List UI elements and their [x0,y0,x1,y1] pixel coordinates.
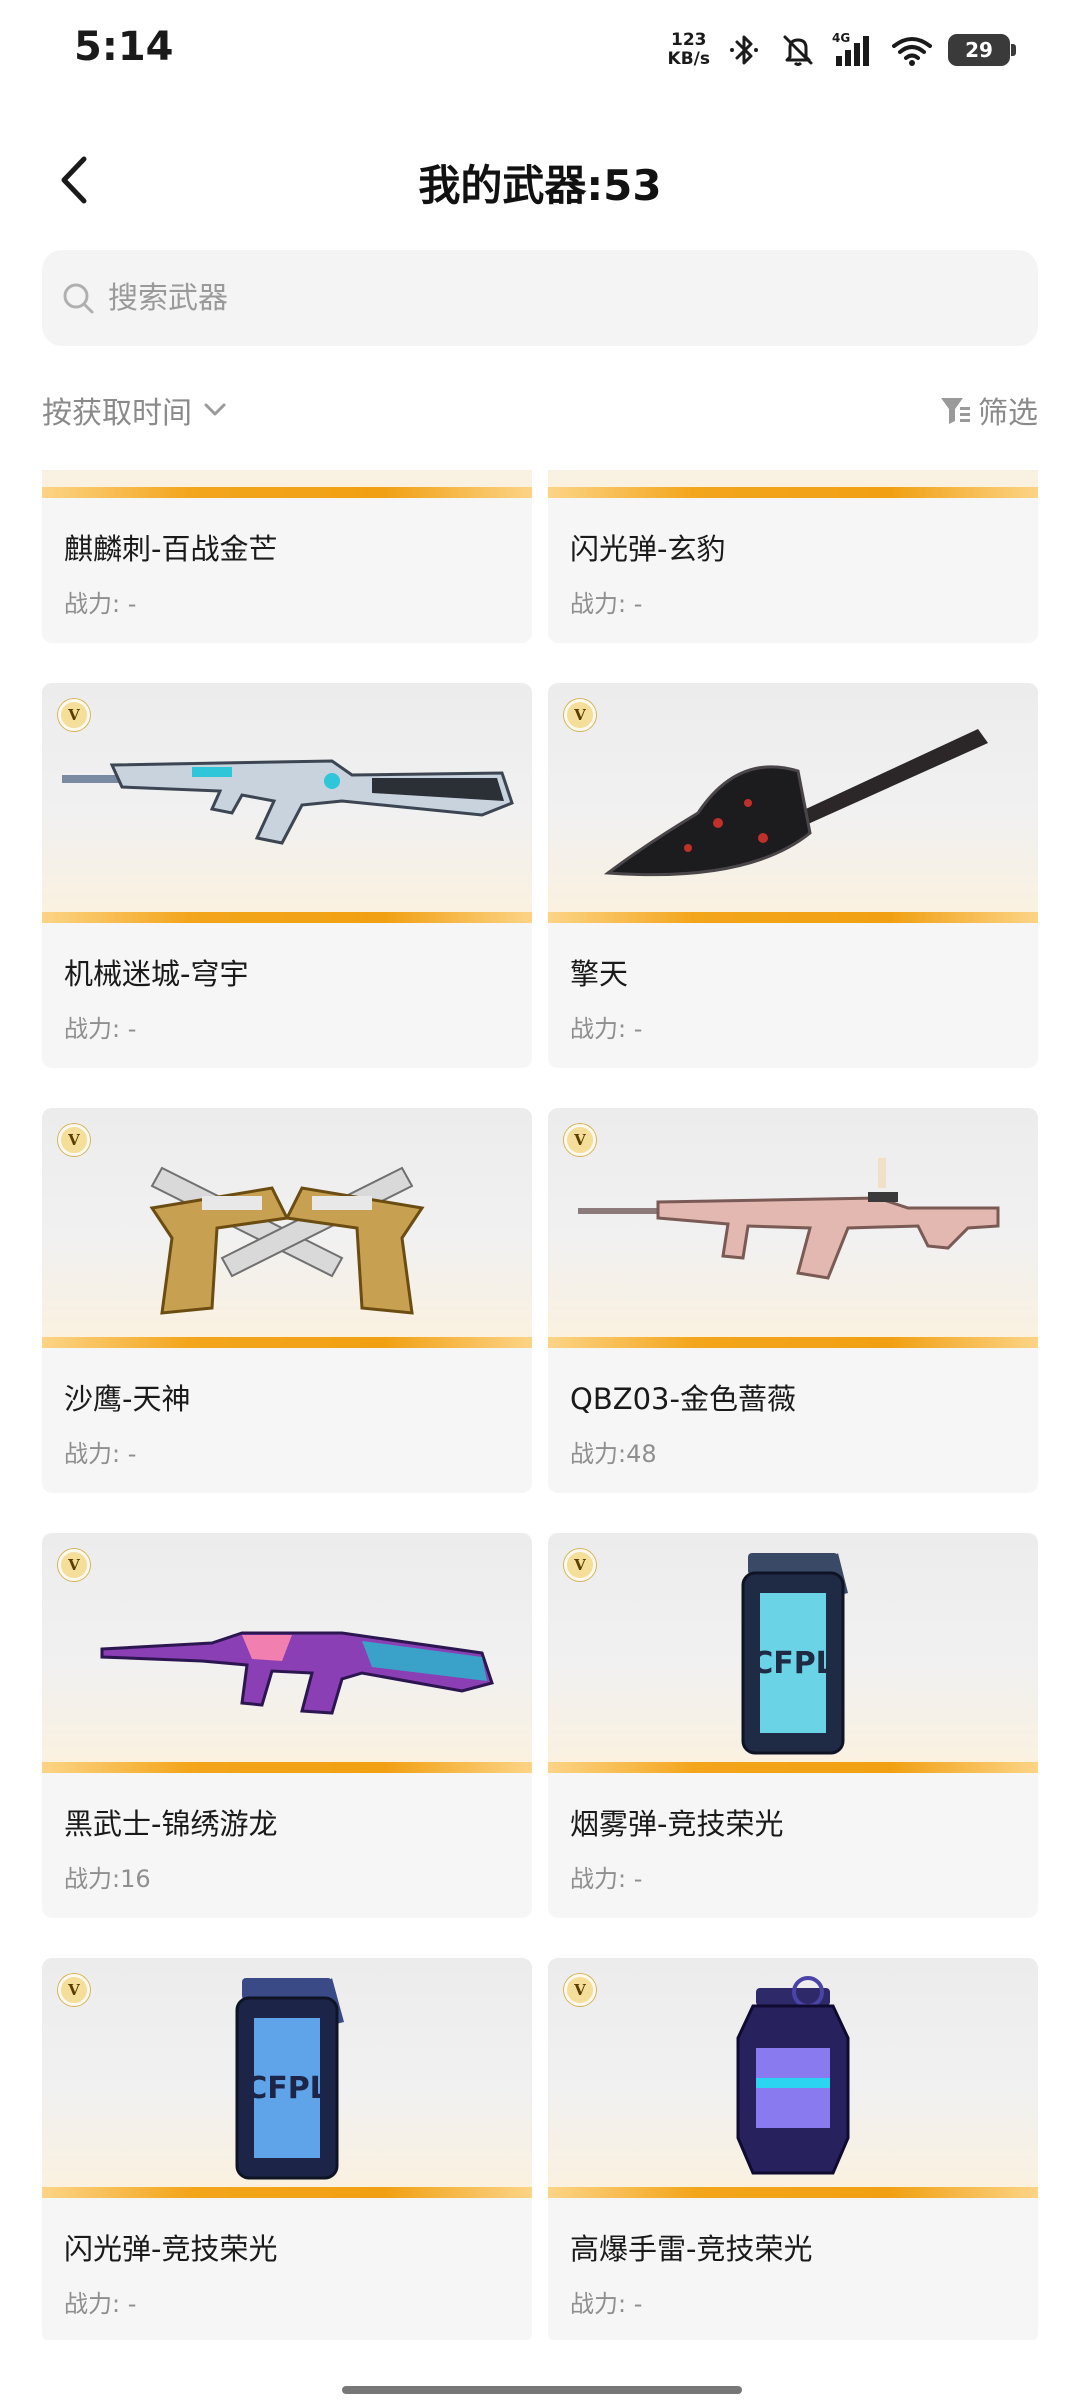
weapon-image: CFPL V [42,1958,532,2198]
weapon-card-7[interactable]: CFPL V 烟雾弹-竞技荣光 战力: - [548,1533,1038,1918]
weapon-name: 高爆手雷-竞技荣光 [570,2232,813,2266]
weapon-image: V [548,1958,1038,2198]
weapon-power: 战力: - [570,590,643,618]
silent-bell-icon [783,35,813,66]
weapon-card-4[interactable]: V 沙鹰-天神 战力: - [42,1108,532,1493]
v-badge-icon: V [564,1124,596,1156]
weapon-name: 擎天 [570,957,629,991]
weapon-card-5[interactable]: V QBZ03-金色蔷薇 战力:48 [548,1108,1038,1493]
svg-text:CFPL: CFPL [245,2071,329,2106]
bluetooth-icon [730,35,758,65]
weapon-image [42,470,532,498]
weapon-power: 战力: - [64,1440,137,1468]
v-badge-icon: V [564,699,596,731]
v-badge-icon: V [58,1124,90,1156]
weapon-card-3[interactable]: V 擎天 战力: - [548,683,1038,1068]
weapon-power: 战力: - [570,1865,643,1893]
weapon-grid: 麒麟刺-百战金芒 战力: - 闪光弹-玄豹 战力: - V 机械迷城-穹宇 战力… [42,470,1038,2340]
rifle-pink-image [548,1108,1038,1348]
weapon-power: 战力: - [570,2290,643,2318]
search-icon [63,283,94,314]
weapon-name: 沙鹰-天神 [64,1382,191,1416]
weapon-image: V [42,1108,532,1348]
weapon-card-9[interactable]: V 高爆手雷-竞技荣光 战力: - [548,1958,1038,2340]
weapon-card-1[interactable]: 闪光弹-玄豹 战力: - [548,470,1038,643]
sort-filter-bar: 按获取时间 筛选 [42,388,1038,438]
weapon-image [548,470,1038,498]
battery-level: 29 [965,38,993,62]
weapon-power: 战力: - [570,1015,643,1043]
network-speed: 123 KB/s [668,31,710,69]
network-speed-value: 123 [671,30,707,50]
weapon-power: 战力: - [64,590,137,618]
shovel-black-image [548,683,1038,923]
weapon-name: 闪光弹-竞技荣光 [64,2232,278,2266]
battery-icon: 29 [948,34,1016,66]
svg-text:4G: 4G [832,31,850,45]
search-box[interactable] [42,250,1038,346]
weapon-image: V [548,683,1038,923]
status-icons: 123 KB/s 4G 29 [668,26,1016,74]
network-speed-unit: KB/s [667,49,710,69]
none-image [42,470,532,498]
weapon-image: CFPL V [548,1533,1038,1773]
v-badge-icon: V [58,699,90,731]
weapon-image: V [42,1533,532,1773]
page-title: 我的武器:53 [418,161,662,210]
search-input[interactable] [108,280,1008,316]
v-badge-icon: V [564,1549,596,1581]
weapon-list[interactable]: 麒麟刺-百战金芒 战力: - 闪光弹-玄豹 战力: - V 机械迷城-穹宇 战力… [0,470,1080,2340]
rifle-purple-image [42,1533,532,1773]
sort-dropdown[interactable]: 按获取时间 [42,388,230,432]
weapon-card-6[interactable]: V 黑武士-锦绣游龙 战力:16 [42,1533,532,1918]
weapon-name: 黑武士-锦绣游龙 [64,1807,278,1841]
v-badge-icon: V [58,1549,90,1581]
weapon-power: 战力: - [64,2290,137,2318]
weapon-name: 闪光弹-玄豹 [570,532,726,566]
weapon-card-2[interactable]: V 机械迷城-穹宇 战力: - [42,683,532,1068]
none-image [548,470,1038,498]
weapon-card-8[interactable]: CFPL V 闪光弹-竞技荣光 战力: - [42,1958,532,2340]
svg-text:CFPL: CFPL [751,1646,835,1681]
weapon-name: 烟雾弹-竞技荣光 [570,1807,784,1841]
weapon-card-0[interactable]: 麒麟刺-百战金芒 战力: - [42,470,532,643]
grenade-cyan-image: CFPL [548,1533,1038,1773]
wifi-icon [892,37,932,66]
weapon-name: 机械迷城-穹宇 [64,957,249,991]
grenade-purple-image [548,1958,1038,2198]
v-badge-icon: V [58,1974,90,2006]
weapon-power: 战力:16 [64,1865,151,1893]
dual-pistols-gold-image [42,1108,532,1348]
cellular-signal-icon: 4G [832,31,869,66]
chevron-down-icon [204,403,226,416]
weapon-image: V [548,1108,1038,1348]
sort-label: 按获取时间 [42,396,192,431]
v-badge-icon: V [564,1974,596,2006]
weapon-name: QBZ03-金色蔷薇 [570,1382,796,1416]
weapon-image: V [42,683,532,923]
filter-icon [941,398,970,424]
rifle-silver-image [42,683,532,923]
filter-label: 筛选 [978,396,1038,431]
grenade-blue-image: CFPL [42,1958,532,2198]
home-indicator[interactable] [342,2386,742,2394]
filter-button[interactable]: 筛选 [938,388,1038,432]
status-bar: 5:14 123 KB/s 4G 29 [0,0,1080,100]
weapon-power: 战力: - [64,1015,137,1043]
weapon-name: 麒麟刺-百战金芒 [64,532,278,566]
weapon-power: 战力:48 [570,1440,657,1468]
page-header: 我的武器:53 [0,130,1080,230]
status-time: 5:14 [74,24,174,70]
